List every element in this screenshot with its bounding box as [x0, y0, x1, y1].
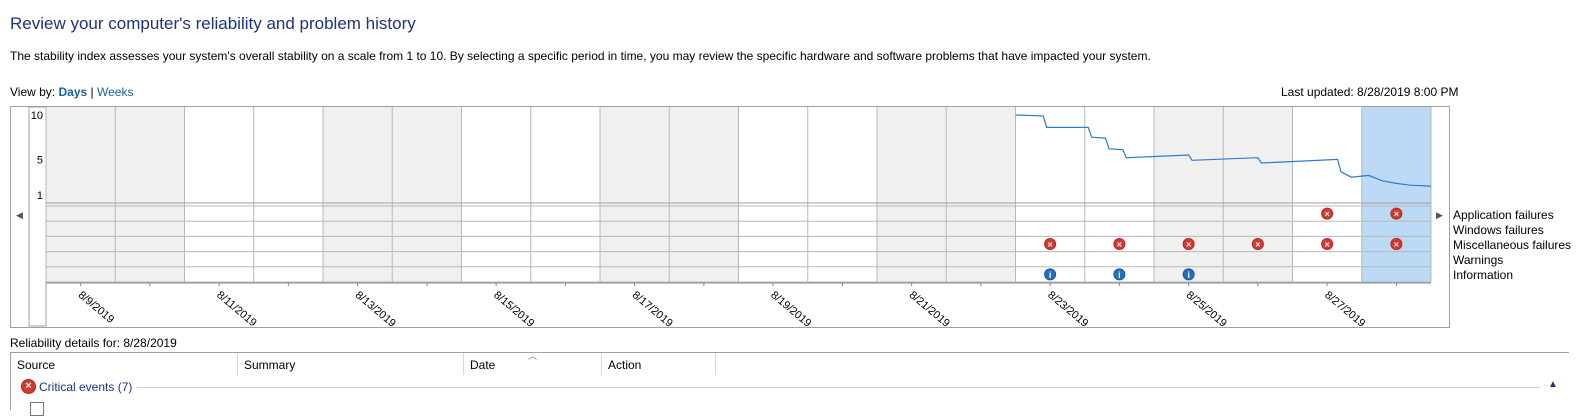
x-date-label: 8/25/2019 — [1184, 289, 1229, 330]
x-date-label: 8/19/2019 — [768, 289, 813, 330]
y-tick-label: 1 — [37, 190, 43, 202]
error-glyph: × — [1047, 240, 1052, 250]
error-glyph: × — [1324, 209, 1329, 219]
legend-warnings: Warnings — [1453, 253, 1504, 267]
error-glyph: × — [1394, 240, 1399, 250]
reliability-chart[interactable]: 10 5 1 × × × × × × × × i i i 8/9/2019 8/11/2019 8/13/201… — [0, 0, 1591, 409]
info-glyph: i — [1187, 270, 1190, 280]
legend-application-failures: Application failures — [1453, 208, 1554, 222]
column-source[interactable]: Source — [17, 358, 55, 372]
day-column — [1015, 107, 1085, 282]
x-date-label: 8/27/2019 — [1322, 289, 1367, 330]
info-glyph: i — [1118, 270, 1121, 280]
x-date-label: 8/11/2019 — [214, 289, 259, 329]
x-date-label: 8/15/2019 — [491, 289, 536, 330]
y-axis-column — [28, 106, 47, 327]
day-column — [1292, 107, 1362, 282]
day-column — [253, 107, 323, 282]
error-glyph: × — [1186, 240, 1191, 250]
day-column — [392, 107, 462, 282]
day-column — [115, 107, 185, 282]
legend-misc-failures: Miscellaneous failures — [1453, 238, 1572, 252]
day-column — [46, 107, 116, 282]
column-divider[interactable] — [601, 353, 602, 375]
info-glyph: i — [1049, 270, 1052, 280]
day-column — [600, 107, 670, 282]
day-column — [184, 107, 254, 282]
x-date-label: 8/13/2019 — [353, 289, 398, 330]
error-glyph: × — [1394, 209, 1399, 219]
day-column — [1154, 107, 1224, 282]
y-tick-label: 5 — [37, 154, 43, 166]
day-column — [461, 107, 531, 282]
error-glyph: × — [1255, 240, 1260, 250]
column-date[interactable]: Date — [470, 358, 495, 372]
error-glyph: × — [1117, 240, 1122, 250]
error-circle-icon: × — [21, 379, 36, 394]
x-date-label: 8/9/2019 — [76, 289, 117, 326]
day-column — [807, 107, 877, 282]
sort-ascending-icon: ︿ — [528, 351, 538, 361]
collapse-chevron-icon[interactable]: ▲ — [1548, 379, 1558, 390]
x-date-label: 8/23/2019 — [1045, 289, 1090, 330]
y-tick-label: 10 — [31, 110, 43, 122]
reliability-details-label: Reliability details for: 8/28/2019 — [10, 336, 177, 350]
column-divider[interactable] — [463, 353, 464, 375]
x-date-label: 8/21/2019 — [907, 289, 952, 330]
group-divider — [136, 387, 1540, 388]
x-date-label: 8/17/2019 — [630, 289, 675, 330]
scroll-left-icon[interactable]: ◀ — [16, 210, 23, 221]
row-checkbox[interactable] — [30, 402, 44, 416]
scroll-right-icon[interactable]: ▶ — [1436, 210, 1443, 221]
day-column — [877, 107, 947, 282]
error-glyph: × — [1324, 240, 1329, 250]
day-column — [738, 107, 808, 282]
day-column — [1223, 107, 1293, 282]
column-summary[interactable]: Summary — [244, 358, 295, 372]
critical-events-group[interactable]: Critical events (7) — [39, 380, 132, 394]
column-action[interactable]: Action — [608, 358, 641, 372]
day-column — [669, 107, 739, 282]
day-column — [323, 107, 393, 282]
day-column — [946, 107, 1016, 282]
legend-windows-failures: Windows failures — [1453, 223, 1544, 237]
day-column — [1084, 107, 1154, 282]
column-divider[interactable] — [237, 353, 238, 375]
selected-day-column — [1361, 107, 1431, 282]
column-divider[interactable] — [715, 353, 716, 375]
legend-information: Information — [1453, 268, 1514, 282]
day-column — [530, 107, 600, 282]
